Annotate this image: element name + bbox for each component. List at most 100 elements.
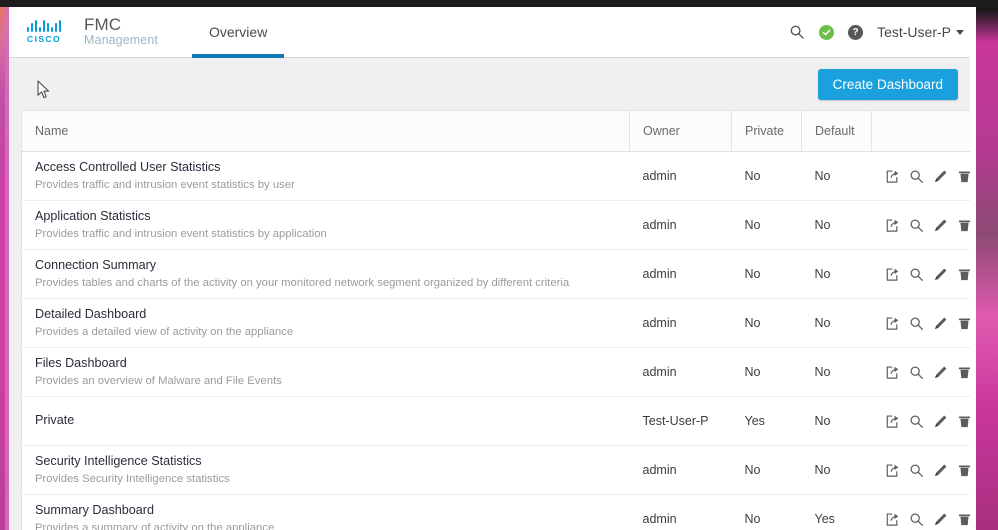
dashboard-name[interactable]: Files Dashboard — [35, 356, 617, 372]
cell-private: No — [731, 445, 802, 495]
fmc-app: CISCO FMC Management Overview ? Test-Use… — [9, 7, 976, 530]
edit-icon[interactable] — [933, 364, 948, 380]
view-icon[interactable] — [909, 315, 924, 331]
view-icon[interactable] — [909, 511, 924, 527]
export-icon[interactable] — [885, 266, 900, 282]
export-icon[interactable] — [885, 364, 900, 380]
cell-name: Access Controlled User Statistics Provide… — [21, 151, 630, 201]
cell-actions — [871, 151, 976, 201]
user-menu[interactable]: Test-User-P — [877, 24, 964, 40]
edit-icon[interactable] — [933, 266, 948, 282]
screenshot-root: CISCO FMC Management Overview ? Test-Use… — [0, 0, 998, 530]
dashboard-description: Provides an overview of Malware and File… — [35, 374, 282, 387]
cell-actions — [871, 396, 976, 446]
search-icon[interactable] — [789, 24, 805, 40]
cell-default: No — [801, 249, 872, 299]
annotation-border-right — [976, 0, 998, 530]
edit-icon[interactable] — [933, 462, 948, 478]
row-actions — [885, 511, 970, 527]
export-icon[interactable] — [885, 462, 900, 478]
help-circle-icon[interactable]: ? — [848, 24, 864, 40]
cell-name: Application Statistics Provides traffic a… — [21, 200, 630, 250]
view-icon[interactable] — [909, 266, 924, 282]
dashboard-name[interactable]: Detailed Dashboard — [35, 307, 617, 323]
dashboard-name[interactable]: Access Controlled User Statistics — [35, 160, 617, 176]
edit-icon[interactable] — [933, 315, 948, 331]
dashboard-name[interactable]: Connection Summary — [35, 258, 617, 274]
column-header-private[interactable]: Private — [731, 110, 802, 152]
cell-actions — [871, 298, 976, 348]
edit-icon[interactable] — [933, 168, 948, 184]
cisco-bars-icon — [27, 19, 61, 32]
cell-default: No — [801, 396, 872, 446]
tab-overview[interactable]: Overview — [191, 7, 285, 58]
row-actions — [885, 413, 970, 429]
cell-name: Detailed Dashboard Provides a detailed vi… — [21, 298, 630, 348]
cell-actions — [871, 445, 976, 495]
export-icon[interactable] — [885, 168, 900, 184]
table-row[interactable]: Application Statistics Provides traffic a… — [21, 200, 976, 250]
cell-default: No — [801, 445, 872, 495]
dashboard-name[interactable]: Security Intelligence Statistics — [35, 454, 617, 470]
dashboard-name[interactable]: Application Statistics — [35, 209, 617, 225]
cisco-wordmark: CISCO — [27, 33, 61, 44]
dashboard-description: Provides a summary of activity on the ap… — [35, 521, 275, 530]
view-icon[interactable] — [909, 168, 924, 184]
dashboard-table: Name Owner Private Default Access Contro… — [21, 110, 976, 530]
user-menu-label: Test-User-P — [877, 24, 951, 40]
table-row[interactable]: Files Dashboard Provides an overview of M… — [21, 347, 976, 397]
export-icon[interactable] — [885, 413, 900, 429]
view-icon[interactable] — [909, 364, 924, 380]
cell-private: Yes — [731, 396, 802, 446]
dashboard-name[interactable]: Private — [35, 413, 617, 429]
dashboard-description: Provides Security Intelligence statistic… — [35, 472, 230, 485]
cell-owner: admin — [629, 249, 732, 299]
create-dashboard-button[interactable]: Create Dashboard — [817, 68, 958, 100]
table-row[interactable]: Security Intelligence Statistics Provides… — [21, 445, 976, 495]
export-icon[interactable] — [885, 511, 900, 527]
main-nav: Overview — [191, 7, 285, 58]
edit-icon[interactable] — [933, 217, 948, 233]
column-header-owner[interactable]: Owner — [629, 110, 732, 152]
table-row[interactable]: Private Test-User-P Yes No — [21, 396, 976, 446]
table-row[interactable]: Connection Summary Provides tables and ch… — [21, 249, 976, 299]
cell-private: No — [731, 151, 802, 201]
dashboard-description: Provides traffic and intrusion event sta… — [35, 227, 327, 240]
table-row[interactable]: Summary Dashboard Provides a summary of a… — [21, 494, 976, 530]
cell-name: Private — [21, 396, 630, 446]
dashboard-name[interactable]: Summary Dashboard — [35, 503, 617, 519]
table-row[interactable]: Detailed Dashboard Provides a detailed vi… — [21, 298, 976, 348]
cell-name: Security Intelligence Statistics Provides… — [21, 445, 630, 495]
view-icon[interactable] — [909, 217, 924, 233]
column-header-name[interactable]: Name — [21, 110, 630, 152]
cell-owner: admin — [629, 445, 732, 495]
status-ok-badge — [819, 24, 835, 40]
row-actions — [885, 217, 970, 233]
table-header-row: Name Owner Private Default — [21, 110, 976, 152]
cell-actions — [871, 494, 976, 530]
cell-default: Yes — [801, 494, 872, 530]
cell-owner: admin — [629, 298, 732, 348]
row-actions — [885, 462, 970, 478]
cell-default: No — [801, 151, 872, 201]
table-row[interactable]: Access Controlled User Statistics Provide… — [21, 151, 976, 201]
cell-actions — [871, 347, 976, 397]
row-actions — [885, 266, 970, 282]
annotation-border-left-inner — [5, 0, 9, 530]
view-icon[interactable] — [909, 462, 924, 478]
export-icon[interactable] — [885, 315, 900, 331]
cell-name: Files Dashboard Provides an overview of M… — [21, 347, 630, 397]
export-icon[interactable] — [885, 217, 900, 233]
edit-icon[interactable] — [933, 511, 948, 527]
cell-name: Connection Summary Provides tables and ch… — [21, 249, 630, 299]
column-header-default[interactable]: Default — [801, 110, 872, 152]
dashboard-description: Provides a detailed view of activity on … — [35, 325, 294, 338]
row-actions — [885, 168, 970, 184]
check-circle-icon[interactable] — [819, 24, 835, 40]
edit-icon[interactable] — [933, 413, 948, 429]
header-actions: ? Test-User-P — [789, 24, 976, 40]
cell-owner: Test-User-P — [629, 396, 732, 446]
row-actions — [885, 315, 970, 331]
view-icon[interactable] — [909, 413, 924, 429]
cell-owner: admin — [629, 494, 732, 530]
